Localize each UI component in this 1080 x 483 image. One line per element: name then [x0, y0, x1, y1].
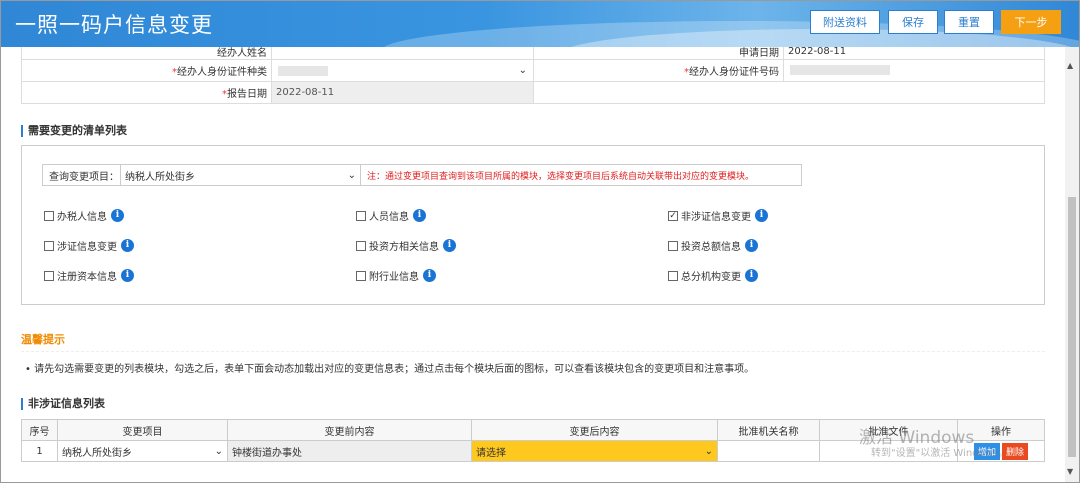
- column-header: 序号: [21, 419, 58, 441]
- scrollbar-thumb[interactable]: [1068, 197, 1076, 457]
- chevron-down-icon: ⌄: [347, 169, 356, 181]
- app-window: 一照一码户信息变更 附送资料 保存 重置 下一步 经办人姓名 申请日期 2022…: [0, 0, 1080, 483]
- checkbox-label: 总分机构变更: [681, 272, 741, 283]
- empty-cell: [533, 81, 1045, 104]
- query-select[interactable]: 纳税人所处街乡 ⌄: [121, 165, 361, 185]
- checkbox-item[interactable]: 注册资本信息 i: [44, 268, 134, 283]
- checklist-section-title: 需要变更的清单列表: [21, 125, 127, 137]
- page-title: 一照一码户信息变更: [15, 13, 213, 37]
- checkbox-item[interactable]: 人员信息 i: [356, 208, 426, 223]
- checkbox-label: 涉证信息变更: [57, 242, 117, 253]
- checkbox[interactable]: [668, 240, 678, 251]
- checkbox-label: 投资方相关信息: [369, 242, 439, 253]
- redacted-value: [790, 65, 890, 75]
- checkbox-label: 投资总额信息: [681, 242, 741, 253]
- query-label: 查询变更项目：: [43, 165, 121, 185]
- checkbox-item[interactable]: 投资总额信息 i: [668, 238, 758, 253]
- info-icon[interactable]: i: [121, 239, 134, 252]
- applicant-name-label: 经办人姓名: [21, 47, 272, 60]
- checkbox[interactable]: [356, 240, 366, 251]
- applicant-name-value: [271, 47, 534, 60]
- column-header: 变更前内容: [227, 419, 472, 441]
- applicant-form: 经办人姓名 申请日期 2022-08-11 *经办人身份证件种类 ⌄ *经办人身…: [21, 47, 1045, 104]
- apply-date-value: 2022-08-11: [783, 47, 1045, 60]
- next-step-button[interactable]: 下一步: [1001, 10, 1061, 34]
- checklist-box: 查询变更项目： 纳税人所处街乡 ⌄ 注：通过变更项目查询到该项目所属的模块，选择…: [21, 145, 1045, 305]
- after-select[interactable]: 请选择 ⌄: [471, 440, 718, 462]
- checkbox-label: 附行业信息: [369, 272, 419, 283]
- checkbox-item[interactable]: 涉证信息变更 i: [44, 238, 134, 253]
- info-icon[interactable]: i: [111, 209, 124, 222]
- column-header: 变更后内容: [471, 419, 718, 441]
- checkbox-item[interactable]: 办税人信息 i: [44, 208, 124, 223]
- column-header: 批准机关名称: [717, 419, 820, 441]
- info-icon[interactable]: i: [413, 209, 426, 222]
- checkbox-item[interactable]: ✓ 非涉证信息变更 i: [668, 208, 768, 223]
- info-icon[interactable]: i: [121, 269, 134, 282]
- before-value: 钟楼街道办事处: [227, 440, 472, 462]
- header-bar: 一照一码户信息变更 附送资料 保存 重置 下一步: [1, 1, 1079, 47]
- id-type-select[interactable]: ⌄: [271, 59, 534, 82]
- checkbox-label: 办税人信息: [57, 212, 107, 223]
- form-scroll-area[interactable]: 经办人姓名 申请日期 2022-08-11 *经办人身份证件种类 ⌄ *经办人身…: [1, 47, 1067, 482]
- checkbox-label: 非涉证信息变更: [681, 212, 751, 223]
- checkbox-item[interactable]: 投资方相关信息 i: [356, 238, 456, 253]
- checkbox-item[interactable]: 总分机构变更 i: [668, 268, 758, 283]
- attach-button[interactable]: 附送资料: [810, 10, 880, 34]
- scroll-up-icon[interactable]: ▲: [1067, 61, 1073, 70]
- checkbox[interactable]: [356, 210, 366, 221]
- divider: [21, 351, 1045, 352]
- checkbox[interactable]: [44, 240, 54, 251]
- save-button[interactable]: 保存: [888, 10, 938, 34]
- query-select-value: 纳税人所处街乡: [125, 171, 195, 183]
- query-row: 查询变更项目： 纳税人所处街乡 ⌄ 注：通过变更项目查询到该项目所属的模块，选择…: [42, 164, 802, 186]
- checkbox-label: 人员信息: [369, 212, 409, 223]
- query-note: 注：通过变更项目查询到该项目所属的模块，选择变更项目后系统自动关联带出对应的变更…: [367, 171, 755, 182]
- info-icon[interactable]: i: [745, 269, 758, 282]
- checkbox[interactable]: [44, 210, 54, 221]
- tips-text: • 请先勾选需要变更的列表模块，勾选之后，表单下面会动态加载出对应的变更信息表；…: [25, 364, 755, 375]
- tips-title: 温馨提示: [21, 333, 65, 346]
- report-date-value: 2022-08-11: [271, 81, 534, 104]
- vertical-scrollbar[interactable]: ▲ ▼: [1065, 47, 1079, 482]
- info-icon[interactable]: i: [745, 239, 758, 252]
- grid-section-title: 非涉证信息列表: [21, 398, 105, 410]
- redacted-value: [278, 65, 328, 76]
- column-header: 变更项目: [57, 419, 228, 441]
- checkbox[interactable]: [356, 270, 366, 281]
- chevron-down-icon: ⌄: [704, 445, 713, 457]
- chevron-down-icon: ⌄: [214, 445, 223, 457]
- scroll-down-icon[interactable]: ▼: [1067, 467, 1073, 476]
- authority-field[interactable]: [717, 440, 820, 462]
- info-icon[interactable]: i: [443, 239, 456, 252]
- change-item-value: 纳税人所处街乡: [62, 447, 132, 459]
- report-date-label: *报告日期: [21, 81, 272, 104]
- row-number: 1: [21, 440, 58, 462]
- change-item-select[interactable]: 纳税人所处街乡 ⌄: [57, 440, 228, 462]
- reset-button[interactable]: 重置: [944, 10, 994, 34]
- checkbox[interactable]: [44, 270, 54, 281]
- checkbox-label: 注册资本信息: [57, 272, 117, 283]
- id-number-field[interactable]: [783, 59, 1045, 82]
- apply-date-label: 申请日期: [533, 47, 784, 60]
- info-icon[interactable]: i: [755, 209, 768, 222]
- id-number-label: *经办人身份证件号码: [533, 59, 784, 82]
- checkbox[interactable]: [668, 270, 678, 281]
- checkbox-checked[interactable]: ✓: [668, 210, 678, 221]
- id-type-label: *经办人身份证件种类: [21, 59, 272, 82]
- checkbox-item[interactable]: 附行业信息 i: [356, 268, 436, 283]
- activation-watermark-sub: 转到"设置"以激活 Windows。: [871, 448, 1009, 459]
- info-icon[interactable]: i: [423, 269, 436, 282]
- chevron-down-icon: ⌄: [518, 65, 527, 76]
- after-select-value: 请选择: [476, 447, 506, 459]
